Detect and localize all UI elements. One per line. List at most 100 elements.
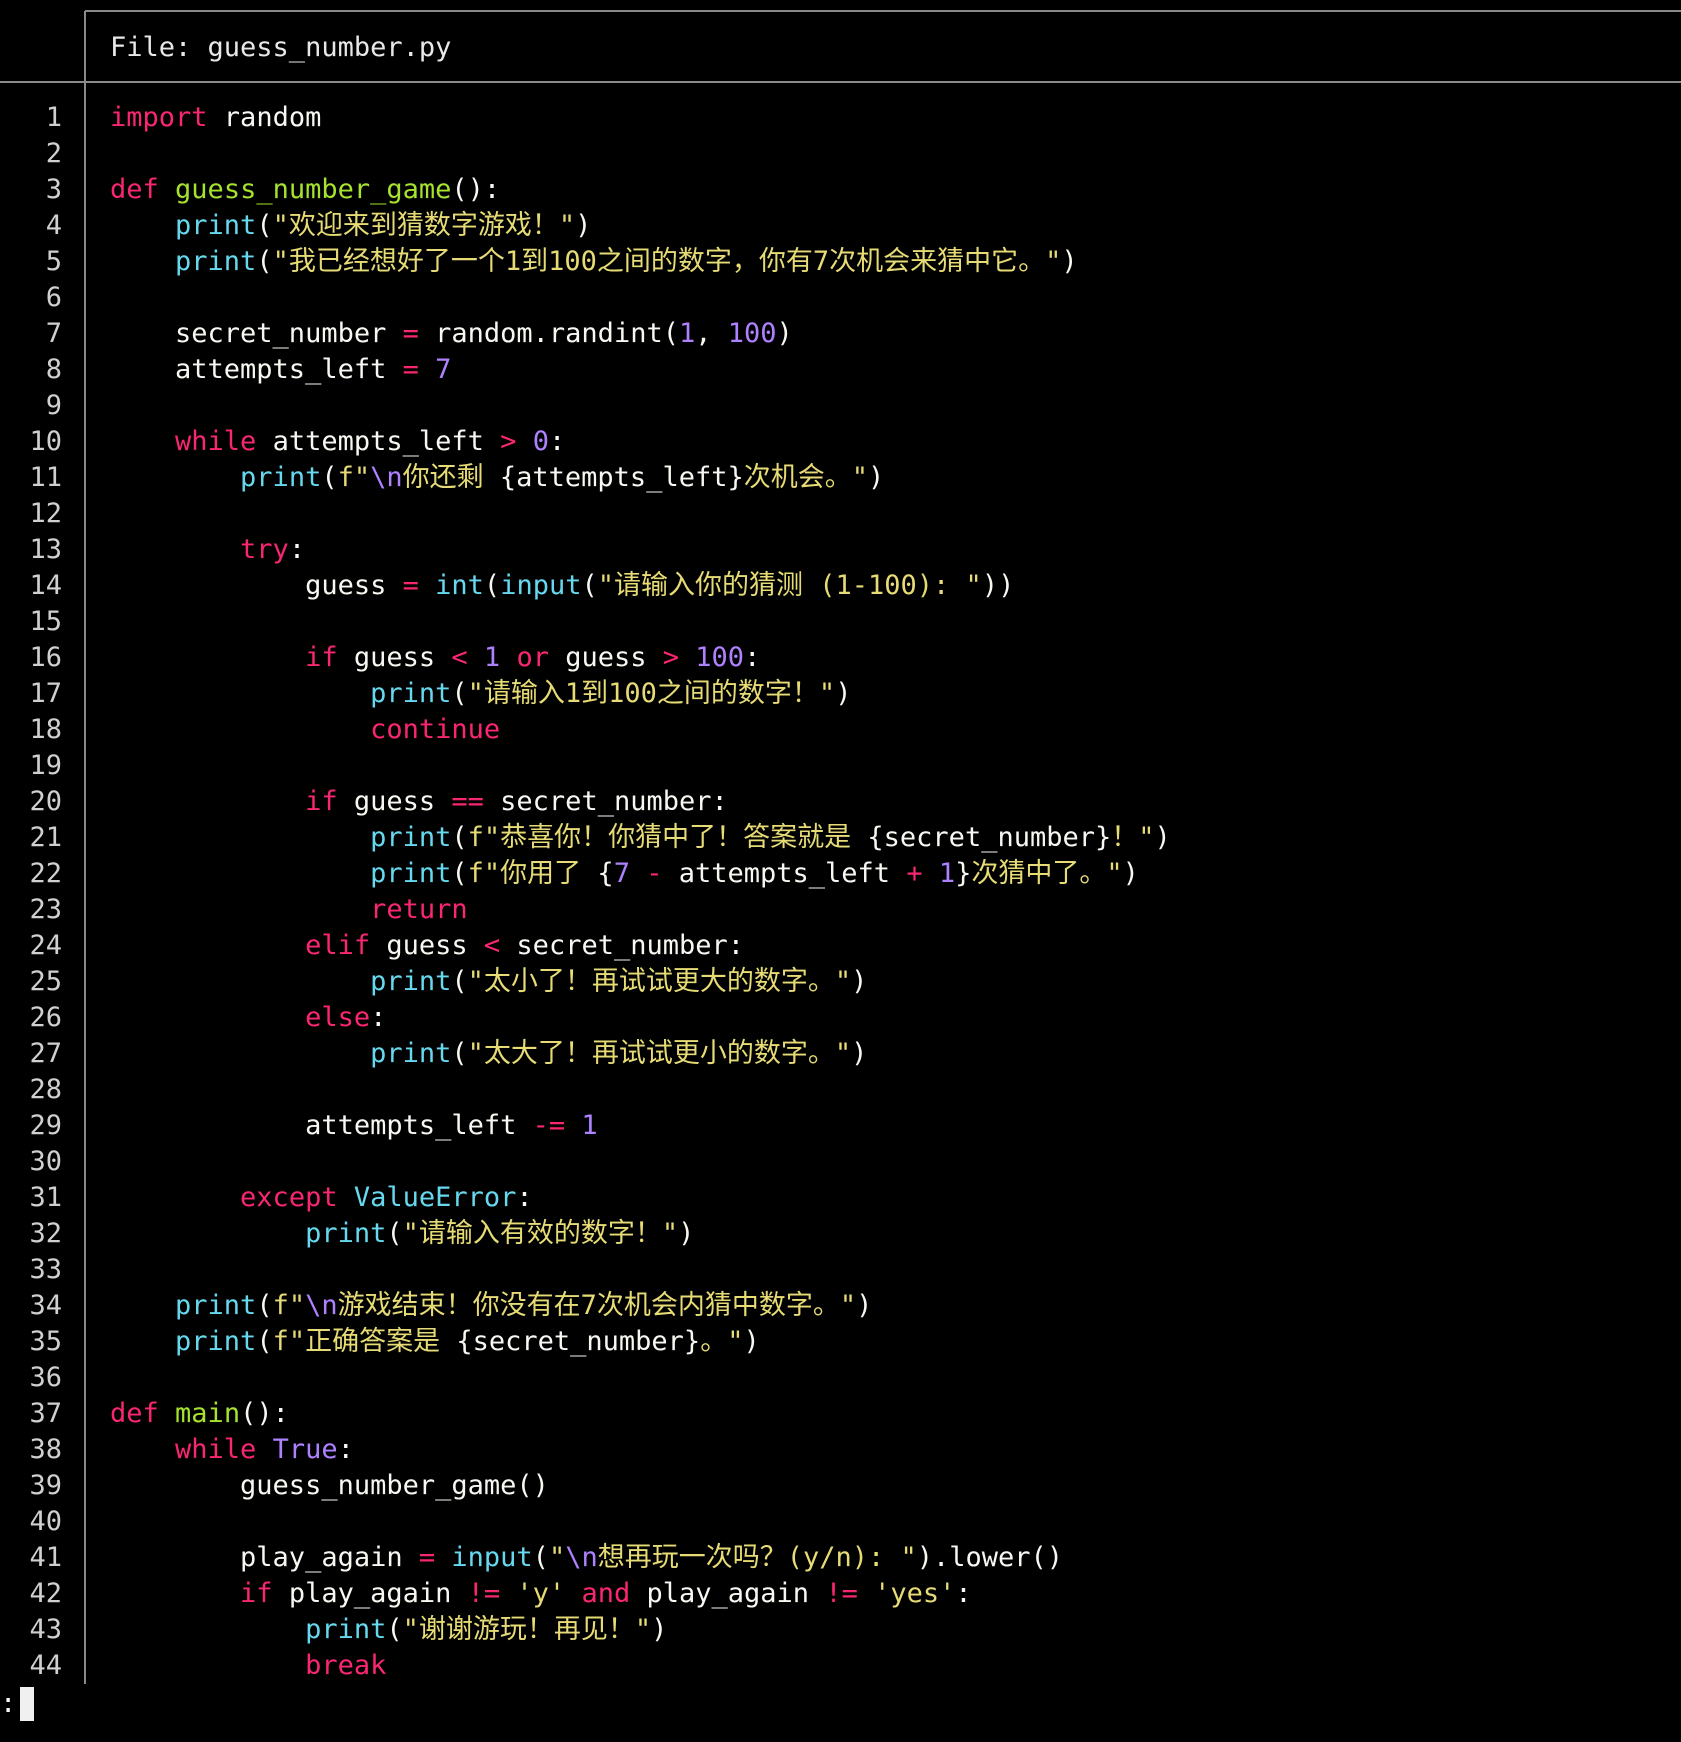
line-number: 21 (29, 822, 62, 853)
code-token: True (272, 1434, 338, 1465)
code-token: print (370, 1038, 452, 1069)
code-token: ) (678, 1218, 695, 1249)
command-prompt[interactable]: : (0, 1686, 35, 1722)
code-token: > (500, 426, 517, 457)
code-token: ) (835, 678, 852, 709)
code-line: 2 (0, 136, 1681, 172)
code-line: 42 if play_again != 'y' and play_again !… (0, 1576, 1681, 1612)
code-token: != (467, 1578, 501, 1609)
code-token: : (548, 426, 566, 457)
code-text: attempts_left -= 1 (110, 1108, 598, 1144)
code-line: 35 print(f"正确答案是 {secret_number}。") (0, 1324, 1681, 1360)
code-text: while True: (110, 1432, 354, 1468)
header-separator (0, 81, 1681, 83)
code-token: "请输入1到100之间的数字！" (467, 678, 836, 709)
code-line: 29 attempts_left -= 1 (0, 1108, 1681, 1144)
line-number: 37 (29, 1398, 62, 1429)
line-number: 44 (29, 1650, 62, 1681)
code-token: while (175, 426, 257, 457)
code-line: 10 while attempts_left > 0: (0, 424, 1681, 460)
code-line: 3 def guess_number_game(): (0, 172, 1681, 208)
code-token: ) (1061, 246, 1078, 277)
code-line: 18 continue (0, 712, 1681, 748)
code-token: 。" (700, 1326, 744, 1357)
code-token: != (825, 1578, 858, 1609)
code-text: try: (110, 532, 305, 568)
code-token: while (175, 1434, 257, 1465)
code-token: ！" (1111, 822, 1155, 853)
code-token: try (240, 534, 289, 565)
code-token: " (548, 1542, 566, 1573)
code-line: 5 print("我已经想好了一个1到100之间的数字，你有7次机会来猜中它。"… (0, 244, 1681, 280)
code-token: input (451, 1542, 533, 1573)
code-line: 22 print(f"你用了 {7 - attempts_left + 1}次猜… (0, 856, 1681, 892)
code-line: 26 else: (0, 1000, 1681, 1036)
code-token: attempts_left (110, 354, 403, 385)
code-line: 20 if guess == secret_number: (0, 784, 1681, 820)
code-token: ( (581, 570, 598, 601)
line-number: 38 (29, 1434, 62, 1465)
code-token: = (402, 570, 419, 601)
code-token: (): (240, 1398, 289, 1429)
code-token: ) (1154, 822, 1171, 853)
code-token: < (483, 930, 501, 961)
code-text: print("太小了！再试试更大的数字。") (110, 964, 867, 1000)
code-token: print (305, 1614, 387, 1645)
code-view[interactable]: 1 import random 2 3 def guess_number_game():… (0, 100, 1681, 1684)
code-token: guess_number_game (175, 174, 452, 205)
code-text: guess_number_game() (110, 1468, 549, 1504)
line-number: 29 (29, 1110, 62, 1141)
line-number: 22 (29, 858, 62, 889)
code-token: and (581, 1578, 631, 1609)
code-token: print (240, 462, 322, 493)
code-token: )) (981, 570, 1015, 601)
code-token: : (288, 534, 306, 565)
code-line: 17 print("请输入1到100之间的数字！") (0, 676, 1681, 712)
code-line: 44 break (0, 1648, 1681, 1684)
line-number: 40 (29, 1506, 62, 1537)
code-token: ValueError (353, 1182, 517, 1213)
code-line: 23 return (0, 892, 1681, 928)
code-token: 100 (695, 642, 745, 673)
code-token: \n (305, 1290, 338, 1321)
code-token: == (451, 786, 484, 817)
code-text: if guess < 1 or guess > 100: (110, 640, 760, 676)
line-number: 20 (29, 786, 62, 817)
code-line: 9 (0, 388, 1681, 424)
code-token: "谢谢游玩！再见！" (402, 1614, 652, 1645)
code-text: print("欢迎来到猜数字游戏！") (110, 208, 591, 244)
code-token: 7 (613, 858, 630, 889)
code-line: 14 guess = int(input("请输入你的猜测 (1-100): "… (0, 568, 1681, 604)
code-token: "请输入你的猜测 (1-100): " (597, 570, 982, 601)
code-text: else: (110, 1000, 386, 1036)
code-token: 'yes' (874, 1578, 956, 1609)
line-number: 19 (29, 750, 62, 781)
code-token: play_again (630, 1578, 826, 1609)
code-token: {secret_number} (867, 822, 1112, 853)
code-line: 36 (0, 1360, 1681, 1396)
code-text: attempts_left = 7 (110, 352, 451, 388)
code-line: 25 print("太小了！再试试更大的数字。") (0, 964, 1681, 1000)
code-token: 1 (678, 318, 696, 349)
code-line: 37 def main(): (0, 1396, 1681, 1432)
code-token: guess (370, 930, 484, 961)
code-token: \n (565, 1542, 598, 1573)
line-number: 9 (45, 390, 62, 421)
code-token: elif (305, 930, 371, 961)
code-token: ( (451, 822, 468, 853)
code-text: print("太大了！再试试更小的数字。") (110, 1036, 867, 1072)
code-token: print (370, 678, 452, 709)
code-token: 1 (581, 1110, 598, 1141)
line-number: 31 (29, 1182, 62, 1213)
code-line: 12 (0, 496, 1681, 532)
code-token: , (695, 318, 728, 349)
